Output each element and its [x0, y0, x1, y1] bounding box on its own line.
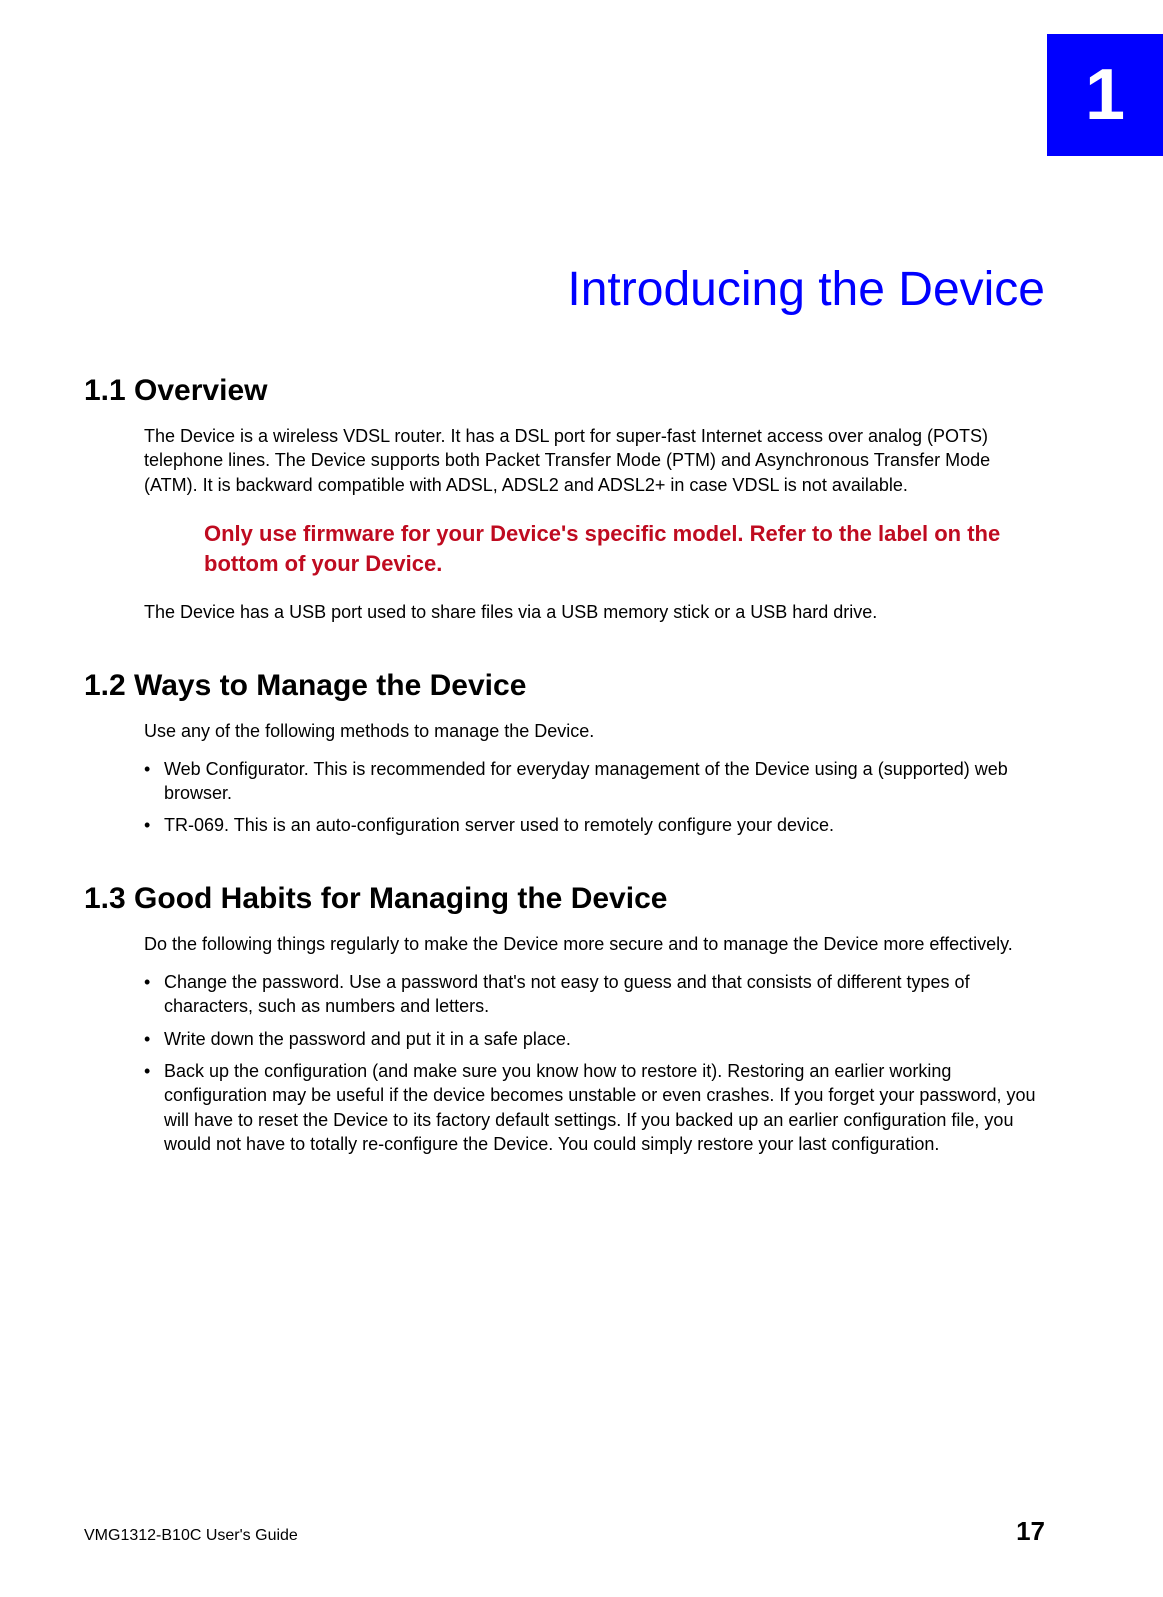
section-1-2-body: Use any of the following methods to mana… [144, 719, 1045, 838]
list-item: TR-069. This is an auto-configuration se… [144, 813, 1045, 837]
section-1-3-heading: 1.3 Good Habits for Managing the Device [84, 882, 1045, 916]
footer-guide-name: VMG1312-B10C User's Guide [84, 1527, 298, 1545]
habits-intro: Do the following things regularly to mak… [144, 932, 1045, 956]
section-1-1-body: The Device is a wireless VDSL router. It… [144, 424, 1045, 625]
list-item: Write down the password and put it in a … [144, 1027, 1045, 1051]
habits-list: Change the password. Use a password that… [144, 970, 1045, 1156]
page: 1 Introducing the Device 1.1 Overview Th… [0, 0, 1163, 1597]
footer-page-number: 17 [1016, 1516, 1045, 1547]
chapter-tab: 1 [1047, 34, 1163, 156]
chapter-number: 1 [1085, 54, 1125, 136]
page-footer: VMG1312-B10C User's Guide 17 [84, 1516, 1045, 1547]
section-1-3-body: Do the following things regularly to mak… [144, 932, 1045, 1156]
overview-para-1: The Device is a wireless VDSL router. It… [144, 424, 1045, 497]
list-item: Back up the configuration (and make sure… [144, 1059, 1045, 1156]
list-item: Change the password. Use a password that… [144, 970, 1045, 1019]
ways-list: Web Configurator. This is recommended fo… [144, 757, 1045, 838]
chapter-title: Introducing the Device [0, 262, 1045, 317]
ways-intro: Use any of the following methods to mana… [144, 719, 1045, 743]
firmware-warning: Only use firmware for your Device's spec… [204, 519, 1045, 578]
section-1-1-heading: 1.1 Overview [84, 374, 1045, 408]
content-area: 1.1 Overview The Device is a wireless VD… [84, 330, 1045, 1164]
overview-para-2: The Device has a USB port used to share … [144, 600, 1045, 624]
section-1-2-heading: 1.2 Ways to Manage the Device [84, 669, 1045, 703]
list-item: Web Configurator. This is recommended fo… [144, 757, 1045, 806]
